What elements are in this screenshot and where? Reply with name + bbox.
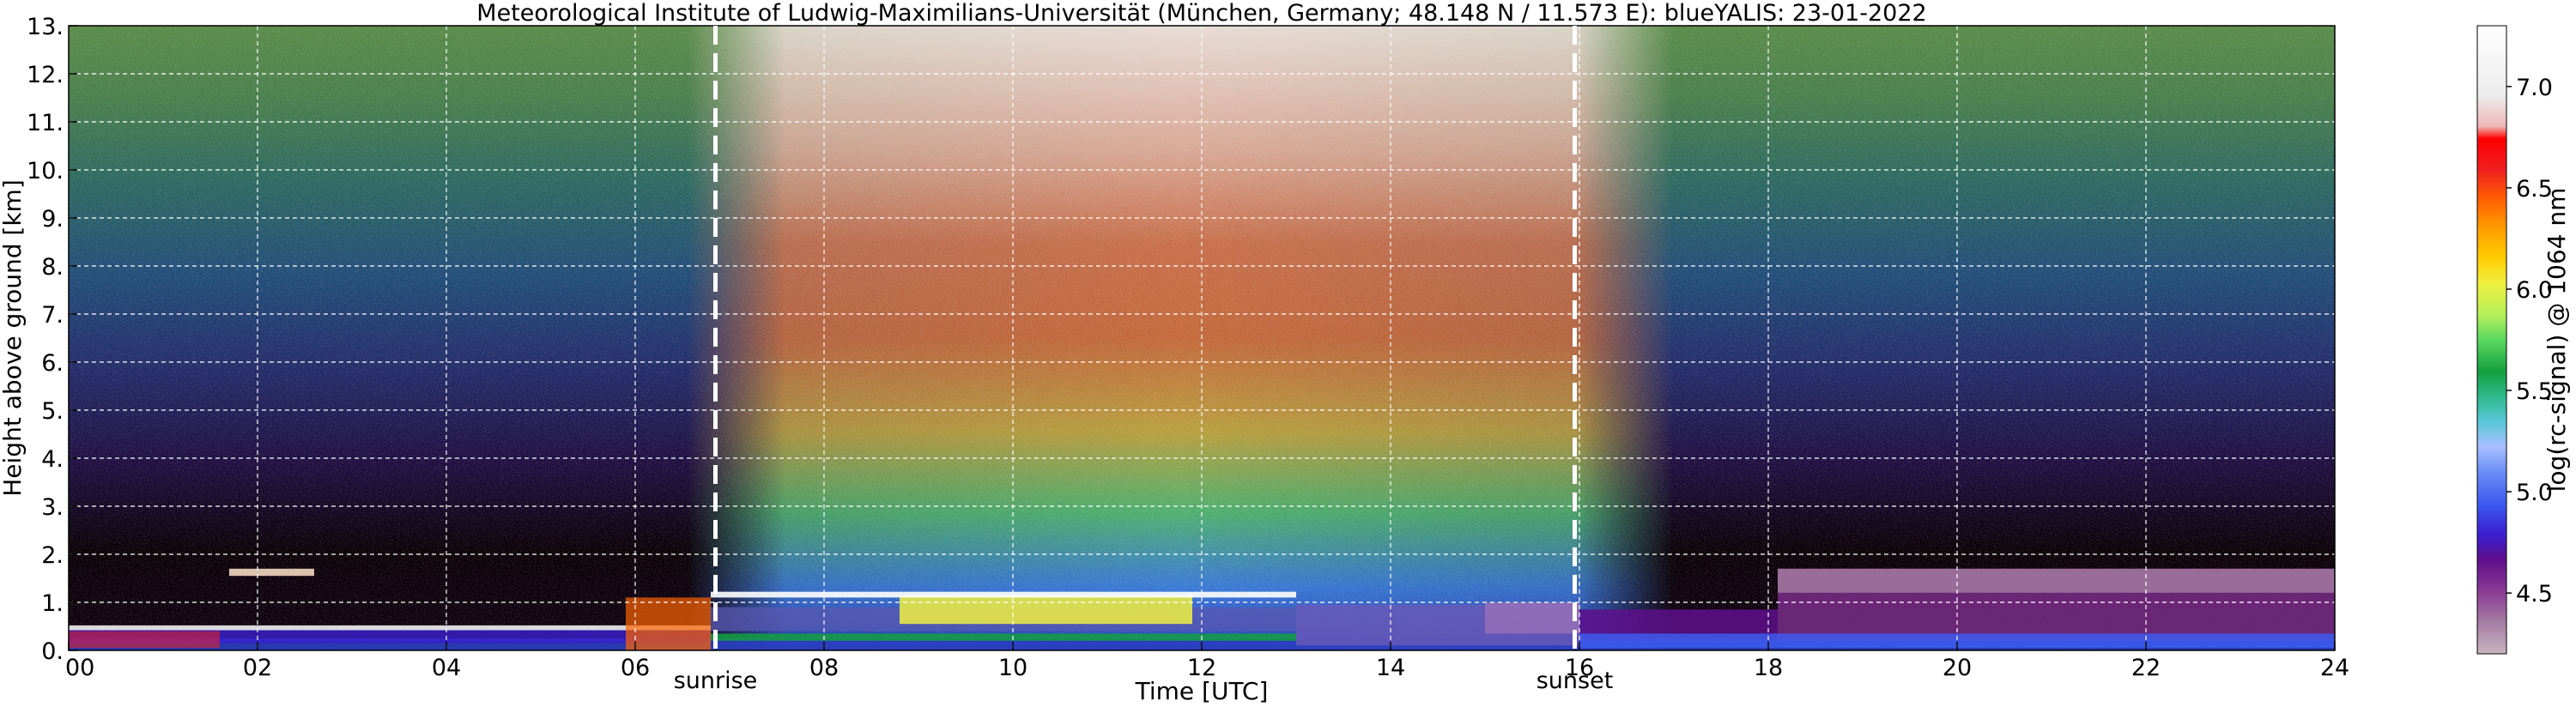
y-tick-label: 9.: [41, 206, 64, 233]
y-tick-label: 3.: [41, 494, 64, 521]
morning-aerosol-orange: [626, 597, 711, 650]
colorbar: [2476, 25, 2507, 655]
lidar-chart: Meteorological Institute of Ludwig-Maxim…: [0, 0, 2571, 705]
x-tick-label: 06: [621, 655, 650, 681]
x-tick-label: 08: [809, 655, 839, 681]
daytime-layer-top: [711, 591, 1296, 598]
x-tick-label: 04: [432, 655, 461, 681]
y-tick-label: 12.: [27, 62, 64, 88]
x-tick-label: 02: [243, 655, 272, 681]
x-axis-label: Time [UTC]: [1135, 677, 1269, 705]
y-tick-label: 11.: [27, 110, 64, 136]
colorbar-label: log(rc-signal) @ 1064 nm: [2543, 188, 2571, 492]
chart-title: Meteorological Institute of Ludwig-Maxim…: [476, 0, 1926, 27]
daytime-yellow-layer: [900, 595, 1192, 625]
marker-label-sunrise: sunrise: [674, 668, 758, 694]
y-tick-label: 7.: [41, 302, 64, 329]
marker-label-sunset: sunset: [1537, 668, 1614, 694]
night-residual-layer: [1778, 568, 2335, 593]
afternoon-violet: [1485, 602, 1579, 634]
y-axis-label: Height above ground [km]: [0, 179, 27, 497]
x-tick-label: 24: [2320, 655, 2349, 681]
y-tick-label: 13.: [27, 14, 64, 40]
x-tick-label: 10: [998, 655, 1027, 681]
y-tick-label: 0.: [41, 638, 64, 665]
y-tick-label: 10.: [27, 158, 64, 184]
y-tick-label: 8.: [41, 254, 64, 281]
y-tick-label: 6.: [41, 350, 64, 377]
night-layer-top: [69, 625, 711, 631]
y-tick-label: 1.: [41, 590, 64, 617]
y-tick-label: 5.: [41, 398, 64, 425]
early-aerosol-red: [69, 631, 220, 649]
cloud-patch: [229, 568, 314, 577]
y-tick-label: 4.: [41, 446, 64, 473]
x-tick-label: 20: [1943, 655, 1972, 681]
colorbar-tick-label: 7.0: [2516, 75, 2553, 101]
daytime-green-layer: [711, 633, 1296, 641]
x-tick-label: 22: [2131, 655, 2161, 681]
x-tick-label: 00: [65, 655, 94, 681]
x-tick-label: 14: [1376, 655, 1405, 681]
y-tick-label: 2.: [41, 542, 64, 569]
colorbar-tick-label: 4.5: [2516, 581, 2553, 607]
x-tick-label: 18: [1754, 655, 1783, 681]
